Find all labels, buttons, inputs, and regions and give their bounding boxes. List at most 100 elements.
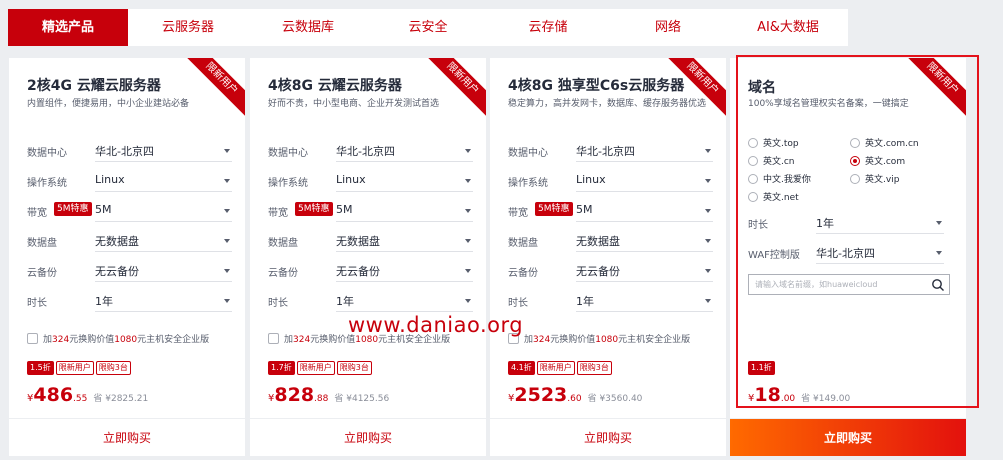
row-label: 数据盘 (27, 238, 57, 249)
tag-list: 1.7折 限新用户 限购3台 (268, 361, 374, 375)
chevron-down-icon (465, 209, 471, 213)
radio-option[interactable]: 英文.cn (748, 154, 795, 167)
chevron-down-icon (705, 149, 711, 153)
promo-text: 元换购价值 (550, 335, 596, 345)
select-value: 无数据盘 (336, 235, 380, 248)
select-value: 1年 (576, 295, 594, 308)
data-disk-select[interactable]: 无数据盘 (576, 230, 713, 252)
select-value: 华北-北京四 (816, 247, 875, 260)
radio-option[interactable]: 英文.com.cn (850, 136, 919, 149)
card-title: 域名 (748, 80, 776, 96)
price-integer: 2523 (514, 384, 568, 406)
radio-option[interactable]: 中文.我爱你 (748, 172, 811, 185)
row-label: 数据盘 (508, 238, 538, 249)
row-label: WAF控制版 (748, 250, 800, 261)
os-row: 操作系统 Linux (508, 170, 713, 192)
bandwidth-select[interactable]: 5M (576, 200, 713, 222)
savings-text: 省 ¥3560.40 (587, 394, 643, 404)
buy-button[interactable]: 立即购买 (9, 418, 245, 456)
price: ¥828.88 省 ¥4125.56 (268, 384, 389, 406)
buy-button[interactable]: 立即购买 (490, 418, 726, 456)
bandwidth-promo-badge: 5M特惠 (535, 202, 573, 216)
tag-list: 1.1折 (748, 361, 777, 375)
backup-row: 云备份 无云备份 (508, 260, 713, 282)
promo-text: 元主机安全企业版 (618, 335, 691, 345)
row-label: 操作系统 (27, 178, 67, 189)
tab-cloud-security[interactable]: 云安全 (368, 9, 488, 46)
os-select[interactable]: Linux (336, 170, 473, 192)
buy-button[interactable]: 立即购买 (250, 418, 486, 456)
radio-option[interactable]: 英文.vip (850, 172, 899, 185)
radio-icon (748, 138, 758, 148)
chevron-down-icon (705, 269, 711, 273)
row-label: 带宽 (27, 208, 47, 219)
bandwidth-select[interactable]: 5M (336, 200, 473, 222)
select-value: 华北-北京四 (336, 145, 395, 158)
backup-select[interactable]: 无云备份 (336, 260, 473, 282)
card-subtitle: 100%享域名管理权实名备案，一键搞定 (748, 99, 909, 109)
data-disk-select[interactable]: 无数据盘 (95, 230, 232, 252)
price-decimal: .88 (314, 394, 329, 404)
domain-search (748, 274, 950, 295)
datacenter-row: 数据中心 华北-北京四 (268, 140, 473, 162)
buy-button-primary[interactable]: 立即购买 (730, 418, 966, 456)
duration-select[interactable]: 1年 (336, 290, 473, 312)
duration-row: 时长 1年 (268, 290, 473, 312)
row-label: 时长 (27, 298, 47, 309)
radio-option-selected[interactable]: 英文.com (850, 154, 905, 167)
row-label: 带宽 (268, 208, 288, 219)
os-select[interactable]: Linux (95, 170, 232, 192)
tab-featured[interactable]: 精选产品 (8, 9, 128, 46)
host-security-addon[interactable]: 加324元换购价值1080元主机安全企业版 (508, 332, 718, 345)
duration-select[interactable]: 1年 (95, 290, 232, 312)
duration-select[interactable]: 1年 (576, 290, 713, 312)
tab-cloud-database[interactable]: 云数据库 (248, 9, 368, 46)
radio-icon (748, 192, 758, 202)
duration-select[interactable]: 1年 (816, 212, 944, 234)
radio-option[interactable]: 英文.top (748, 136, 799, 149)
datacenter-select[interactable]: 华北-北京四 (576, 140, 713, 162)
price: ¥2523.60 省 ¥3560.40 (508, 384, 642, 406)
product-card-c6s: 限新用户 4核8G 独享型C6s云服务器 稳定算力，高并发网卡，数据库、缓存服务… (490, 58, 726, 418)
os-select[interactable]: Linux (576, 170, 713, 192)
savings-text: 省 ¥2825.21 (93, 394, 149, 404)
product-card-4c8g: 限新用户 4核8G 云耀云服务器 好而不贵，中小型电商、企业开发测试首选 数据中… (250, 58, 486, 418)
radio-label: 英文.com (865, 157, 906, 167)
radio-label: 英文.cn (763, 157, 795, 167)
datacenter-select[interactable]: 华北-北京四 (336, 140, 473, 162)
discount-tag: 4.1折 (508, 361, 535, 375)
domain-search-input[interactable] (749, 275, 927, 294)
row-label: 云备份 (27, 268, 57, 279)
radio-option[interactable]: 英文.net (748, 190, 799, 203)
promo-amount: 324 (52, 335, 70, 345)
select-value: 无云备份 (95, 265, 139, 278)
search-icon[interactable] (931, 278, 945, 292)
data-disk-row: 数据盘 无数据盘 (508, 230, 713, 252)
waf-region-select[interactable]: 华北-北京四 (816, 242, 944, 264)
radio-icon (850, 138, 860, 148)
datacenter-select[interactable]: 华北-北京四 (95, 140, 232, 162)
tab-cloud-storage[interactable]: 云存储 (488, 9, 608, 46)
promo-amount: 324 (293, 335, 311, 345)
host-security-addon[interactable]: 加324元换购价值1080元主机安全企业版 (27, 332, 237, 345)
data-disk-select[interactable]: 无数据盘 (336, 230, 473, 252)
select-value: 5M (576, 203, 593, 216)
tab-ai-bigdata[interactable]: AI&大数据 (728, 9, 848, 46)
radio-icon (748, 174, 758, 184)
addon-checkbox[interactable] (268, 333, 279, 344)
promo-amount: 1080 (114, 335, 138, 345)
tab-cloud-server[interactable]: 云服务器 (128, 9, 248, 46)
select-value: 无云备份 (576, 265, 620, 278)
backup-row: 云备份 无云备份 (268, 260, 473, 282)
discount-tag: 1.1折 (748, 361, 775, 375)
bandwidth-select[interactable]: 5M (95, 200, 232, 222)
chevron-down-icon (936, 251, 942, 255)
radio-label: 中文.我爱你 (763, 175, 811, 185)
bandwidth-row: 带宽 5M特惠 5M (27, 200, 232, 222)
backup-select[interactable]: 无云备份 (576, 260, 713, 282)
tab-network[interactable]: 网络 (608, 9, 728, 46)
addon-checkbox[interactable] (27, 333, 38, 344)
row-label: 时长 (268, 298, 288, 309)
row-label: 数据中心 (508, 148, 548, 159)
backup-select[interactable]: 无云备份 (95, 260, 232, 282)
